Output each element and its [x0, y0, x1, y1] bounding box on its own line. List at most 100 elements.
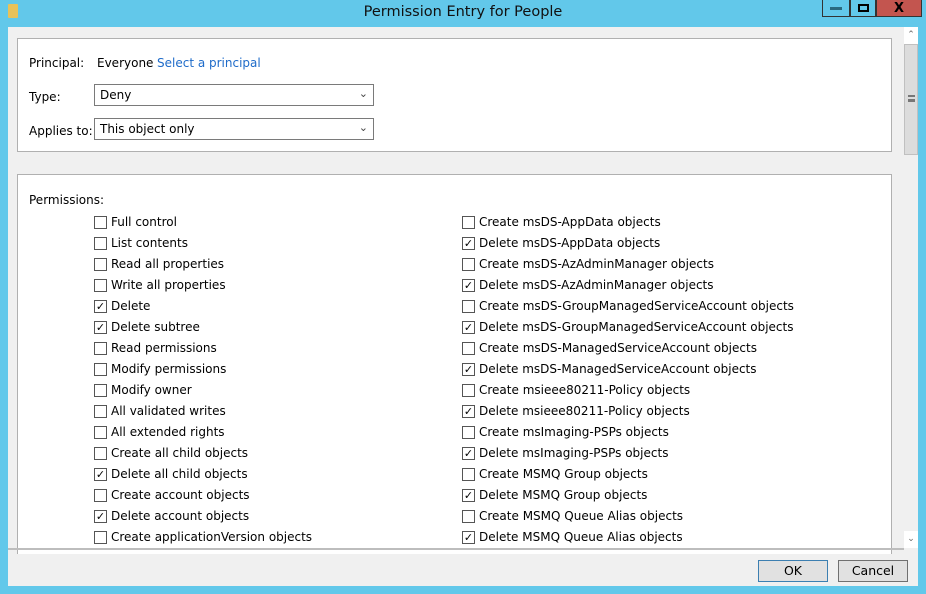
close-button[interactable]: X [876, 0, 922, 17]
checkbox-box[interactable] [94, 383, 107, 397]
permission-checkbox[interactable]: Full control [94, 215, 177, 229]
permission-label: Read all properties [111, 257, 225, 271]
checkmark-icon[interactable]: ✓ [462, 320, 475, 334]
permission-checkbox[interactable]: ✓ Delete MSMQ Group objects [462, 488, 647, 502]
permission-checkbox[interactable]: Create msDS-GroupManagedServiceAccount o… [462, 299, 794, 313]
permission-label: Delete MSMQ Group objects [479, 488, 648, 502]
permission-checkbox[interactable]: ✓ Delete MSMQ Queue Alias objects [462, 530, 683, 544]
permission-label: Read permissions [111, 341, 217, 355]
scroll-down-button[interactable]: ⌄ [904, 531, 918, 548]
checkbox-box[interactable] [94, 236, 107, 250]
permission-label: Create msImaging-PSPs objects [479, 425, 669, 439]
permission-label: Delete all child objects [111, 467, 248, 481]
permission-label: Delete msDS-ManagedServiceAccount object… [479, 362, 757, 376]
permission-checkbox[interactable]: Create msDS-AzAdminManager objects [462, 257, 714, 271]
permission-label: Delete msDS-AppData objects [479, 236, 661, 250]
checkbox-box[interactable] [462, 257, 475, 271]
scroll-thumb[interactable] [904, 44, 918, 155]
ok-button[interactable]: OK [758, 560, 828, 582]
checkbox-box[interactable] [94, 530, 107, 544]
checkmark-icon[interactable]: ✓ [462, 362, 475, 376]
checkmark-icon[interactable]: ✓ [94, 509, 107, 523]
permission-label: Full control [111, 215, 177, 229]
checkbox-box[interactable] [94, 341, 107, 355]
checkmark-icon[interactable]: ✓ [462, 278, 475, 292]
cancel-button[interactable]: Cancel [838, 560, 908, 582]
permission-checkbox[interactable]: ✓ Delete account objects [94, 509, 249, 523]
checkmark-icon[interactable]: ✓ [94, 299, 107, 313]
permission-checkbox[interactable]: ✓ Delete msDS-GroupManagedServiceAccount … [462, 320, 793, 334]
permission-label: Delete msDS-GroupManagedServiceAccount o… [479, 320, 794, 334]
checkmark-icon[interactable]: ✓ [462, 236, 475, 250]
permission-label: Delete MSMQ Queue Alias objects [479, 530, 683, 544]
type-select[interactable]: Deny ⌄ [94, 84, 374, 106]
maximize-button[interactable] [850, 0, 876, 17]
checkmark-icon[interactable]: ✓ [94, 320, 107, 334]
applies-to-select[interactable]: This object only ⌄ [94, 118, 374, 140]
checkbox-box[interactable] [462, 509, 475, 523]
permission-label: Modify permissions [111, 362, 227, 376]
vertical-scrollbar[interactable]: ⌃ ⌄ [904, 27, 918, 548]
checkbox-box[interactable] [462, 467, 475, 481]
permission-checkbox[interactable]: ✓ Delete msDS-AppData objects [462, 236, 660, 250]
title-bar: Permission Entry for People X [0, 0, 926, 27]
permission-checkbox[interactable]: ✓ Delete subtree [94, 320, 200, 334]
permission-checkbox[interactable]: Read permissions [94, 341, 217, 355]
checkmark-icon[interactable]: ✓ [462, 530, 475, 544]
chevron-down-icon: ⌄ [358, 87, 368, 100]
checkbox-box[interactable] [94, 404, 107, 418]
checkbox-box[interactable] [94, 215, 107, 229]
dialog-footer: OK Cancel [8, 548, 908, 586]
checkbox-box[interactable] [94, 278, 107, 292]
checkmark-icon[interactable]: ✓ [462, 446, 475, 460]
checkmark-icon[interactable]: ✓ [462, 488, 475, 502]
principal-panel: Principal: Everyone Select a principal T… [17, 38, 892, 152]
permission-checkbox[interactable]: ✓ Delete msImaging-PSPs objects [462, 446, 668, 460]
permission-label: Create MSMQ Queue Alias objects [479, 509, 684, 523]
permission-checkbox[interactable]: Modify permissions [94, 362, 226, 376]
permission-checkbox[interactable]: Create msDS-ManagedServiceAccount object… [462, 341, 757, 355]
checkbox-box[interactable] [94, 425, 107, 439]
permission-label: All validated writes [111, 404, 226, 418]
permission-checkbox[interactable]: List contents [94, 236, 188, 250]
permission-checkbox[interactable]: Create account objects [94, 488, 250, 502]
permission-checkbox[interactable]: All extended rights [94, 425, 225, 439]
permission-checkbox[interactable]: Write all properties [94, 278, 226, 292]
permission-label: Create MSMQ Group objects [479, 467, 648, 481]
chevron-down-icon: ⌄ [358, 121, 368, 134]
permission-checkbox[interactable]: Modify owner [94, 383, 192, 397]
checkbox-box[interactable] [462, 341, 475, 355]
type-value: Deny [100, 88, 132, 102]
scroll-up-button[interactable]: ⌃ [904, 27, 918, 44]
permission-checkbox[interactable]: Create MSMQ Queue Alias objects [462, 509, 683, 523]
permission-checkbox[interactable]: ✓ Delete msDS-ManagedServiceAccount objec… [462, 362, 757, 376]
permission-checkbox[interactable]: All validated writes [94, 404, 226, 418]
select-principal-link[interactable]: Select a principal [157, 56, 261, 70]
checkbox-box[interactable] [462, 383, 475, 397]
checkbox-box[interactable] [462, 215, 475, 229]
permission-checkbox[interactable]: ✓ Delete [94, 299, 150, 313]
checkbox-box[interactable] [94, 488, 107, 502]
permission-checkbox[interactable]: Create msieee80211-Policy objects [462, 383, 690, 397]
permission-checkbox[interactable]: Create MSMQ Group objects [462, 467, 648, 481]
permission-checkbox[interactable]: Create msImaging-PSPs objects [462, 425, 669, 439]
permission-checkbox[interactable]: Create applicationVersion objects [94, 530, 312, 544]
checkbox-box[interactable] [462, 299, 475, 313]
permission-checkbox[interactable]: ✓ Delete msDS-AzAdminManager objects [462, 278, 714, 292]
permission-checkbox[interactable]: ✓ Delete msieee80211-Policy objects [462, 404, 690, 418]
permission-checkbox[interactable]: Create all child objects [94, 446, 248, 460]
permission-checkbox[interactable]: Create msDS-AppData objects [462, 215, 661, 229]
permission-label: Create msDS-GroupManagedServiceAccount o… [479, 299, 794, 313]
minimize-button[interactable] [822, 0, 850, 17]
checkbox-box[interactable] [94, 362, 107, 376]
checkbox-box[interactable] [94, 446, 107, 460]
grip-icon [908, 95, 915, 102]
permission-checkbox[interactable]: ✓ Delete all child objects [94, 467, 248, 481]
permission-label: Create applicationVersion objects [111, 530, 313, 544]
checkmark-icon[interactable]: ✓ [94, 467, 107, 481]
checkmark-icon[interactable]: ✓ [462, 404, 475, 418]
permission-checkbox[interactable]: Read all properties [94, 257, 224, 271]
checkbox-box[interactable] [94, 257, 107, 271]
checkbox-box[interactable] [462, 425, 475, 439]
permission-label: Delete msDS-AzAdminManager objects [479, 278, 714, 292]
